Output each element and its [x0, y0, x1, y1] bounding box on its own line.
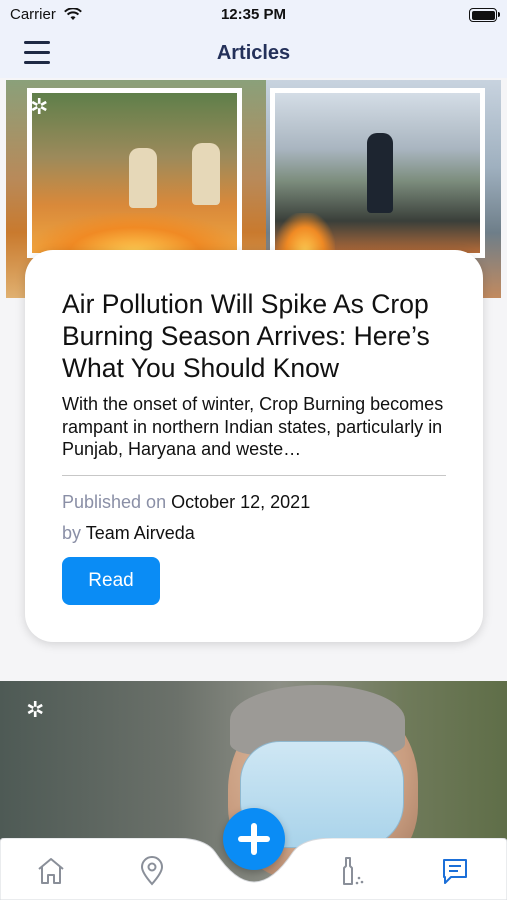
- tab-articles[interactable]: [438, 854, 472, 888]
- read-button[interactable]: Read: [62, 557, 160, 605]
- tab-home[interactable]: [34, 854, 68, 888]
- page-title: Articles: [216, 42, 291, 64]
- nav-bar: Articles: [0, 30, 507, 78]
- tab-location[interactable]: [135, 854, 169, 888]
- battery-icon: [469, 8, 500, 22]
- by-label: by: [62, 523, 82, 543]
- airveda-logo-icon: ✲: [30, 94, 49, 119]
- inhaler-icon: [343, 857, 364, 885]
- status-bar: Carrier 12:35 PM: [0, 0, 507, 30]
- article-excerpt: With the onset of winter, Crop Burning b…: [62, 394, 444, 459]
- published-date: October 12, 2021: [171, 492, 311, 512]
- tab-inhaler[interactable]: [335, 854, 369, 888]
- clock-time: 12:35 PM: [220, 6, 287, 23]
- author-line: by Team Airveda: [62, 522, 195, 544]
- crop-burning-photo-right: [270, 88, 485, 258]
- article-title: Air Pollution Will Spike As Crop Burning…: [62, 289, 430, 383]
- published-label: Published on: [62, 492, 167, 512]
- chat-icon: [443, 859, 467, 884]
- crop-burning-photo-left: [27, 88, 242, 258]
- published-line: Published on October 12, 2021: [62, 491, 310, 513]
- author-name: Team Airveda: [85, 523, 195, 543]
- location-pin-icon: [140, 856, 164, 886]
- airveda-logo-icon-2: ✲: [26, 697, 45, 722]
- divider: [62, 475, 446, 476]
- add-button[interactable]: [223, 808, 285, 870]
- home-icon: [38, 858, 64, 884]
- article-card: Air Pollution Will Spike As Crop Burning…: [25, 250, 483, 642]
